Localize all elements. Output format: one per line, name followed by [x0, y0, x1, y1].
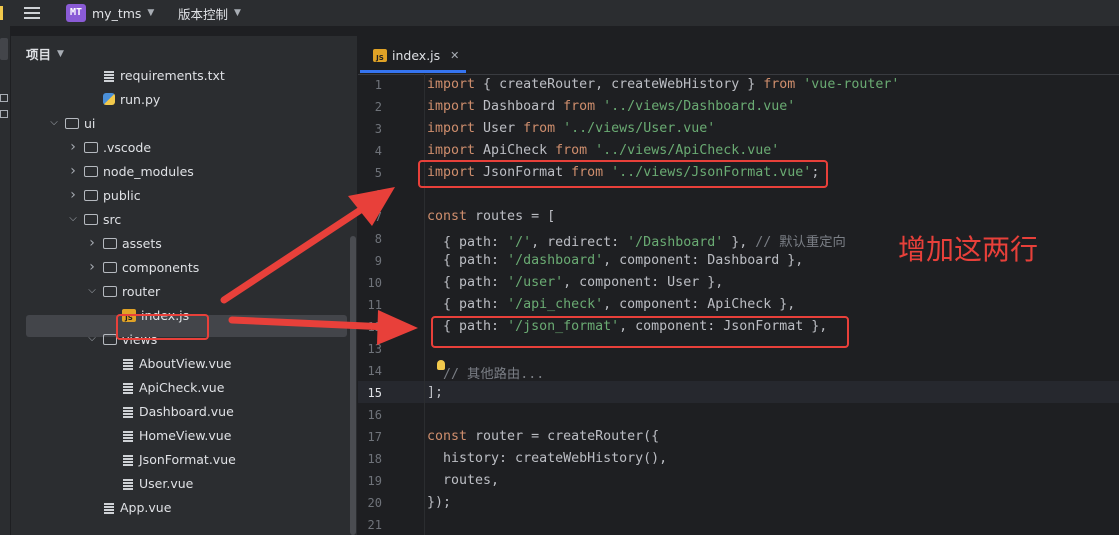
arrow-to-line-5 — [220, 187, 395, 304]
annotation-arrows — [220, 187, 418, 345]
arrow-to-line-12 — [228, 310, 418, 345]
